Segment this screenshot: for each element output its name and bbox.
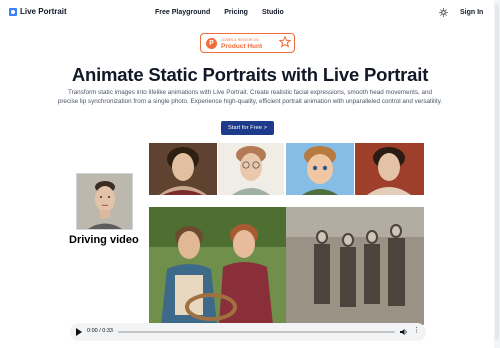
source-portrait-oil bbox=[355, 143, 424, 195]
play-icon[interactable] bbox=[76, 328, 82, 336]
source-portrait-painting bbox=[149, 143, 217, 195]
hero-subtitle-line-2: precise lip synchronization from a singl… bbox=[57, 98, 443, 105]
logo-text: Live Portrait bbox=[20, 7, 67, 16]
page-title: Animate Static Portraits with Live Portr… bbox=[71, 64, 429, 85]
nav-link-studio[interactable]: Studio bbox=[262, 9, 284, 16]
sign-in-link[interactable]: Sign In bbox=[460, 9, 483, 16]
nav-link-pricing[interactable]: Pricing bbox=[224, 9, 248, 16]
video-controls: 0:00 / 0:33 ⋮ bbox=[70, 323, 426, 341]
start-for-free-button[interactable]: Start for Free > bbox=[221, 121, 274, 135]
product-hunt-name: Product Hunt bbox=[221, 43, 263, 50]
scrollbar-thumb[interactable] bbox=[495, 4, 499, 340]
nav-link-free-playground[interactable]: Free Playground bbox=[155, 9, 210, 16]
top-nav: Live Portrait Free Playground Pricing St… bbox=[0, 0, 500, 26]
result-video-color[interactable] bbox=[149, 207, 286, 325]
volume-icon[interactable] bbox=[400, 328, 408, 336]
logo-icon bbox=[9, 7, 17, 16]
page-scrollbar[interactable] bbox=[494, 0, 500, 348]
driving-video-thumbnail bbox=[76, 173, 133, 230]
logo[interactable]: Live Portrait bbox=[9, 7, 67, 16]
hero-subtitle: Transform static images into lifelike an… bbox=[40, 88, 460, 106]
driving-video-label: Driving video bbox=[69, 234, 139, 246]
more-options-icon[interactable]: ⋮ bbox=[413, 327, 420, 335]
result-video-vintage[interactable] bbox=[286, 207, 424, 325]
driving-face-image bbox=[77, 174, 132, 229]
hero-subtitle-line-1: Transform static images into lifelike an… bbox=[67, 89, 433, 96]
video-time: 0:00 / 0:33 bbox=[87, 328, 113, 334]
product-hunt-icon: P bbox=[206, 38, 217, 49]
source-portrait-cartoon bbox=[286, 143, 354, 195]
source-portrait-sketch bbox=[218, 143, 284, 195]
star-icon bbox=[279, 36, 291, 48]
nav-links: Free Playground Pricing Studio bbox=[155, 9, 284, 16]
video-progress-bar[interactable] bbox=[118, 331, 395, 333]
product-hunt-caption: LEARN & REVIEW ON bbox=[221, 38, 259, 42]
sun-icon[interactable] bbox=[439, 8, 448, 17]
